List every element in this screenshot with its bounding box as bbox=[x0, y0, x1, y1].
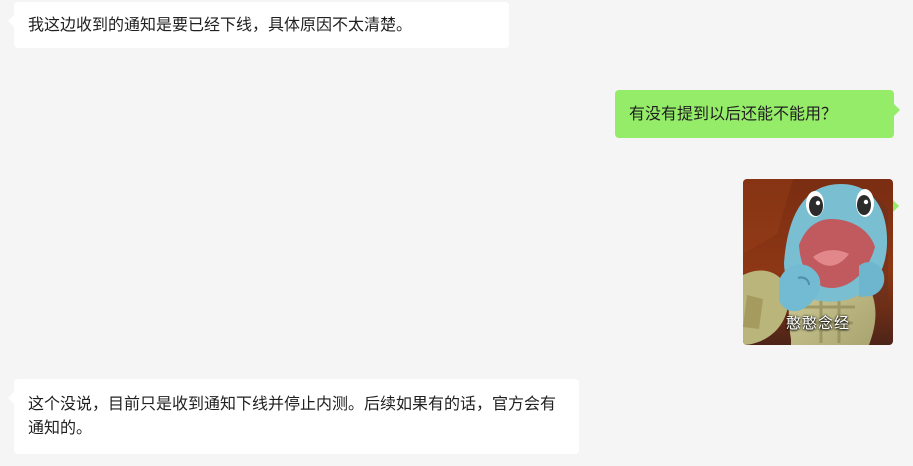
message-text: 有没有提到以后还能不能用？ bbox=[629, 104, 838, 123]
message-text: 这个没说，目前只是收到通知下线并停止内测。后续如果有的话，官方会有通知的。 bbox=[28, 394, 557, 437]
outgoing-message-bubble[interactable]: 有没有提到以后还能不能用？ bbox=[615, 90, 900, 138]
message-text: 我这边收到的通知是要已经下线，具体原因不太清楚。 bbox=[28, 15, 413, 34]
incoming-message-bubble[interactable]: 这个没说，目前只是收到通知下线并停止内测。后续如果有的话，官方会有通知的。 bbox=[8, 379, 579, 454]
sticker-caption: 憨憨念经 bbox=[785, 314, 850, 332]
sticker-message[interactable]: 憨憨念经 bbox=[743, 179, 893, 345]
sticker-bubble-tail bbox=[893, 200, 899, 212]
incoming-message-bubble[interactable]: 我这边收到的通知是要已经下线，具体原因不太清楚。 bbox=[8, 2, 509, 48]
